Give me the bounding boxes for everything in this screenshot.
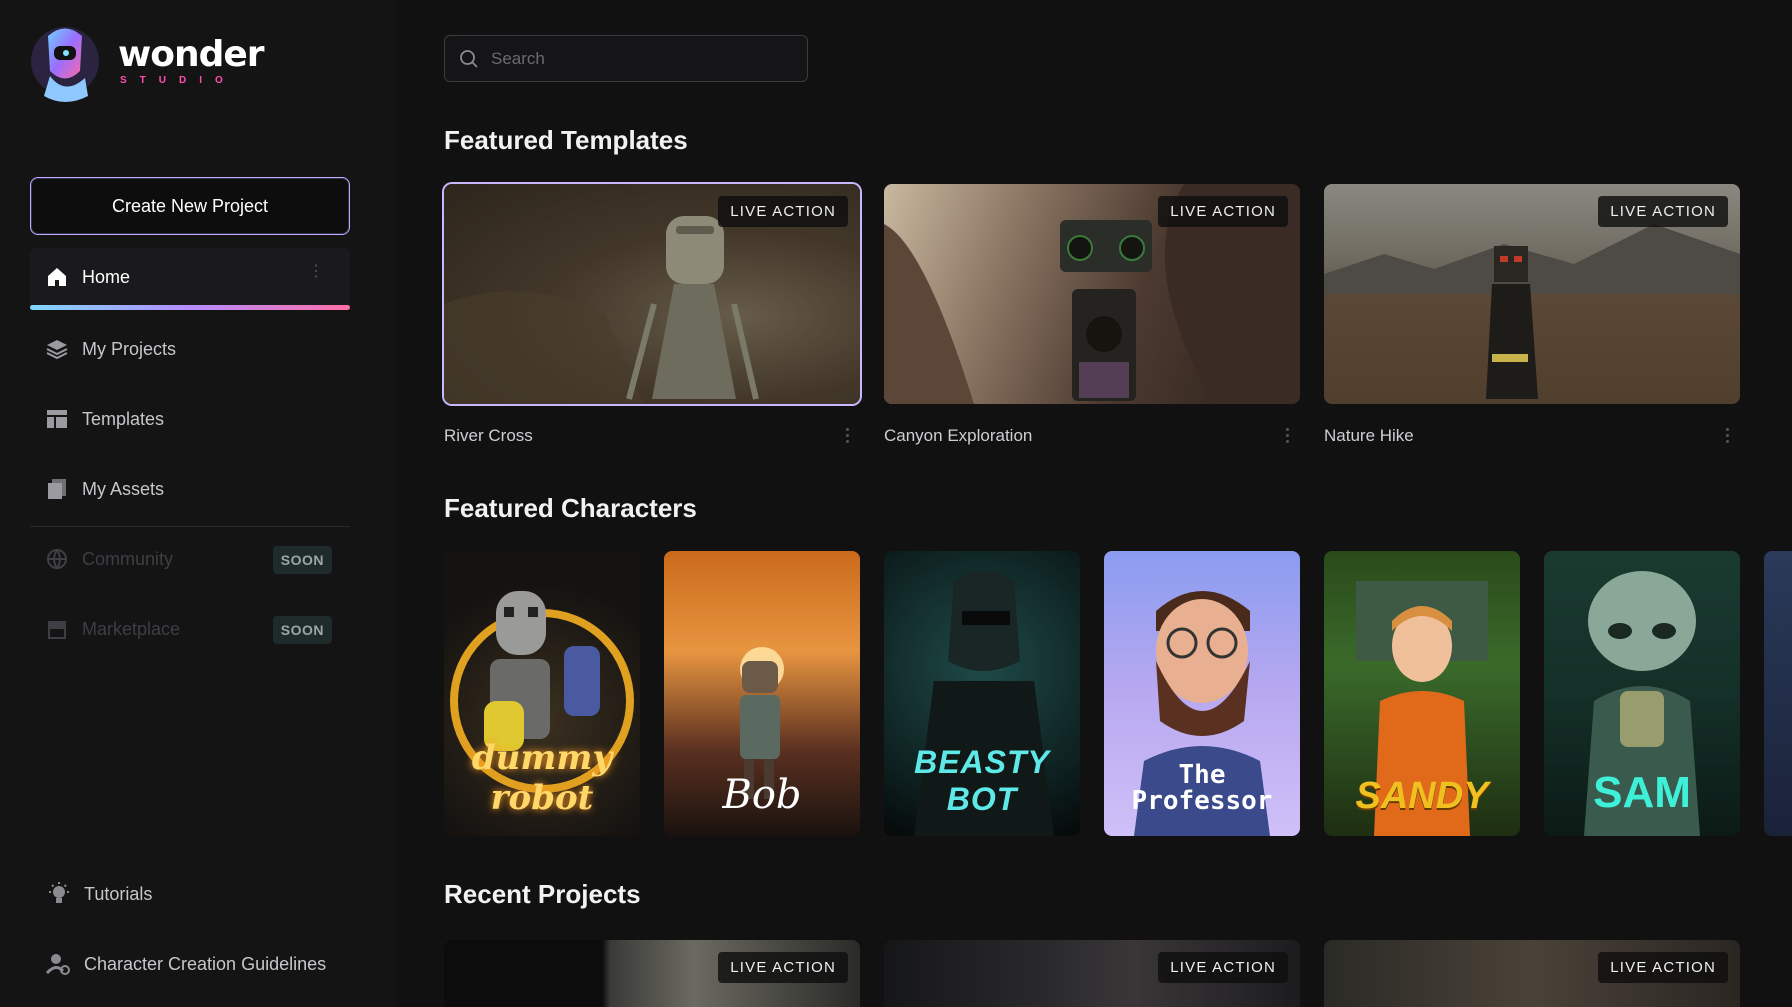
section-title-recent: Recent Projects: [444, 879, 641, 909]
character-card[interactable]: BEASTY BOT: [884, 551, 1080, 836]
character-name: The Professor: [1131, 760, 1273, 816]
character-name: BEASTY BOT: [914, 744, 1050, 817]
character-card-partial[interactable]: [1764, 551, 1792, 836]
lightbulb-icon: [46, 881, 72, 907]
create-new-project-button[interactable]: Create New Project: [30, 177, 350, 235]
sidebar-item-label: My Projects: [82, 338, 177, 359]
layers-icon: [46, 338, 68, 360]
live-action-badge: LIVE ACTION: [718, 196, 848, 227]
live-action-badge: LIVE ACTION: [1598, 196, 1728, 227]
sidebar-item-character-guidelines[interactable]: Character Creation Guidelines: [45, 951, 327, 977]
sidebar-item-label: Community: [82, 548, 174, 569]
sidebar-item-label: Character Creation Guidelines: [84, 953, 327, 974]
character-card[interactable]: SANDY: [1324, 551, 1520, 836]
sidebar-item-label: Home: [82, 266, 131, 287]
character-name: SAM: [1593, 768, 1691, 817]
sidebar-item-tutorials[interactable]: Tutorials: [46, 881, 152, 907]
active-nav-indicator: [30, 305, 350, 310]
home-icon: [46, 266, 68, 288]
layout-icon: [46, 408, 68, 430]
main-content: Featured Templates LIVE ACTION River Cro…: [396, 0, 1792, 1007]
template-thumbnail[interactable]: LIVE ACTION: [884, 184, 1300, 404]
search-icon: [460, 49, 478, 68]
character-card[interactable]: dummy robot: [444, 551, 640, 836]
character-name: dummy robot: [471, 738, 613, 818]
recent-project-card[interactable]: LIVE ACTION: [1324, 940, 1740, 1007]
brand-sub: STUDIO: [120, 74, 236, 86]
template-card[interactable]: LIVE ACTION Nature Hike: [1324, 184, 1740, 446]
live-action-badge: LIVE ACTION: [718, 952, 848, 983]
live-action-badge: LIVE ACTION: [1598, 952, 1728, 983]
live-action-badge: LIVE ACTION: [1158, 952, 1288, 983]
sidebar-item-marketplace: Marketplace SOON: [30, 600, 350, 658]
template-card[interactable]: LIVE ACTION River Cross: [444, 184, 860, 446]
assets-icon: [46, 478, 68, 500]
kebab-menu-icon[interactable]: [1286, 428, 1290, 446]
character-name: Bob: [722, 772, 802, 818]
character-card[interactable]: SAM: [1544, 551, 1740, 836]
search-bar[interactable]: [444, 35, 808, 82]
template-name: Nature Hike: [1324, 426, 1414, 445]
kebab-menu-icon[interactable]: ⋮: [308, 264, 324, 280]
sidebar-item-templates[interactable]: Templates: [30, 390, 350, 448]
soon-badge: SOON: [272, 546, 332, 574]
section-title-templates: Featured Templates: [444, 125, 688, 155]
character-card[interactable]: Bob: [664, 551, 860, 836]
search-input[interactable]: [491, 48, 791, 69]
user-settings-icon: [45, 951, 72, 977]
globe-icon: [46, 548, 68, 570]
live-action-badge: LIVE ACTION: [1158, 196, 1288, 227]
sidebar-item-home[interactable]: Home ⋮: [30, 248, 350, 306]
store-icon: [46, 618, 68, 640]
kebab-menu-icon[interactable]: [1726, 428, 1730, 446]
sidebar-item-label: Templates: [82, 408, 165, 429]
sidebar-item-my-projects[interactable]: My Projects: [30, 320, 350, 378]
soon-badge: SOON: [272, 616, 332, 644]
recent-project-card[interactable]: LIVE ACTION: [884, 940, 1300, 1007]
wonder-logo-icon: [31, 27, 99, 102]
template-thumbnail[interactable]: LIVE ACTION: [444, 184, 860, 404]
character-card[interactable]: The Professor: [1104, 551, 1300, 836]
sidebar-item-my-assets[interactable]: My Assets: [30, 460, 350, 518]
template-card[interactable]: LIVE ACTION Canyon Exploration: [884, 184, 1300, 446]
sidebar-item-community: Community SOON: [30, 530, 350, 588]
template-thumbnail[interactable]: LIVE ACTION: [1324, 184, 1740, 404]
sidebar-item-label: Marketplace: [82, 618, 181, 639]
brand-logo[interactable]: wonder STUDIO: [30, 16, 265, 106]
template-name: River Cross: [444, 426, 533, 445]
sidebar-divider: [30, 526, 350, 527]
character-name: SANDY: [1355, 775, 1489, 817]
sidebar-item-label: My Assets: [82, 478, 165, 499]
recent-project-card[interactable]: LIVE ACTION: [444, 940, 860, 1007]
template-name: Canyon Exploration: [884, 426, 1033, 445]
brand-name: wonder: [118, 33, 265, 75]
sidebar: wonder STUDIO Create New Project Home ⋮ …: [0, 0, 396, 1007]
kebab-menu-icon[interactable]: [846, 428, 850, 446]
sidebar-item-label: Tutorials: [84, 883, 153, 904]
section-title-characters: Featured Characters: [444, 493, 697, 523]
